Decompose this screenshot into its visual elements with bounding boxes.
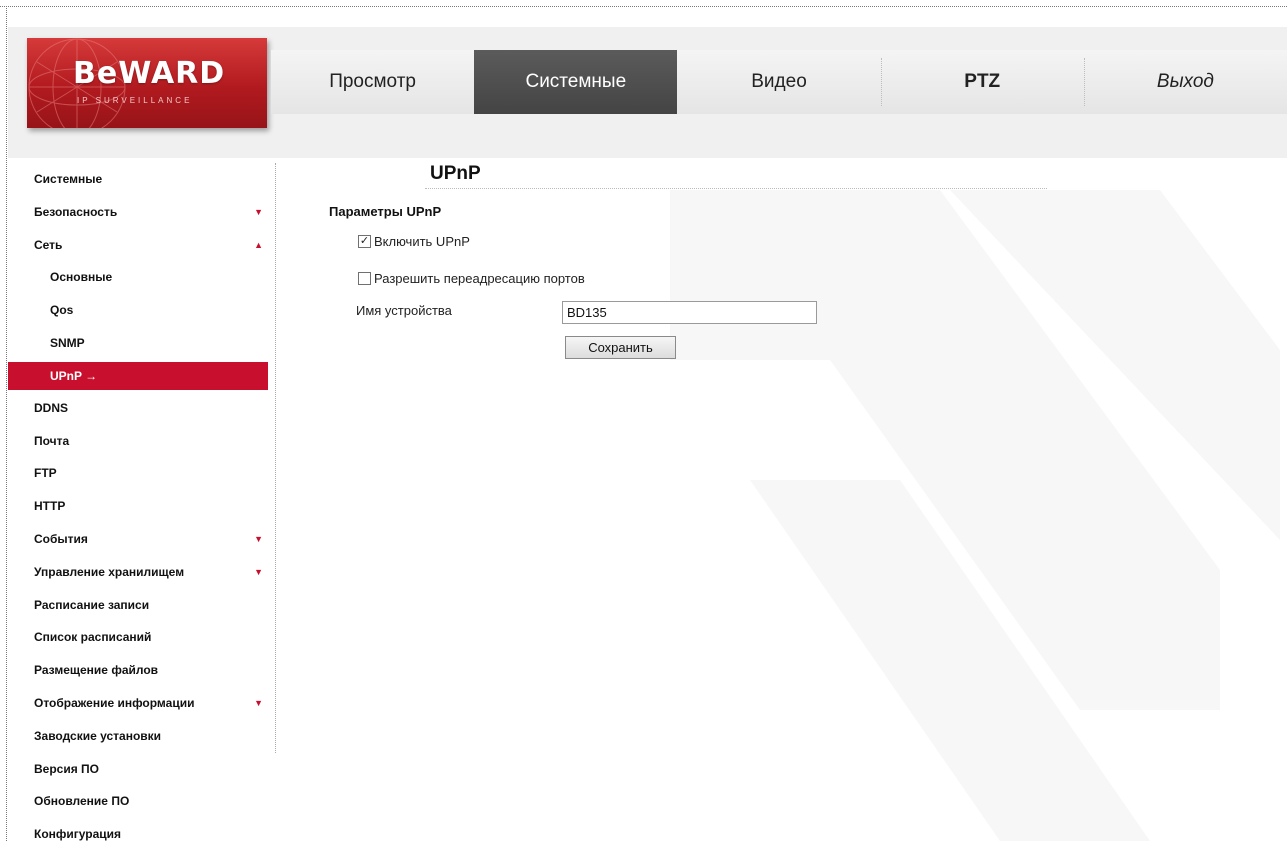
sidebar-item-http[interactable]: HTTP — [8, 490, 268, 523]
sidebar-item-label: Сеть — [34, 237, 63, 252]
sidebar-item-label: Заводские установки — [34, 728, 162, 743]
page-title: UPnP — [430, 163, 481, 184]
section-title: Параметры UPnP — [329, 204, 442, 219]
tab-logout[interactable]: Выход — [1083, 50, 1287, 114]
page-frame-top — [0, 6, 1287, 7]
sidebar-item-label: Расписание записи — [34, 597, 150, 612]
tab-ptz[interactable]: PTZ — [880, 50, 1084, 114]
logo-text: BeWARD — [73, 56, 226, 91]
enable-upnp-checkbox[interactable]: ✓ Включить UPnP — [358, 234, 470, 249]
beward-logo: BeWARD IP SURVEILLANCE — [27, 38, 267, 128]
sidebar-item-label: Конфигурация — [34, 827, 122, 841]
sidebar-item-factory-defaults[interactable]: Заводские установки — [8, 720, 268, 753]
sidebar-item-storage[interactable]: Управление хранилищем ▼ — [8, 556, 268, 589]
logo-subtext: IP SURVEILLANCE — [77, 96, 193, 105]
sidebar-item-label: Список расписаний — [34, 630, 152, 645]
port-forwarding-checkbox[interactable]: Разрешить переадресацию портов — [358, 271, 585, 286]
sidebar-item-label: SNMP — [50, 335, 85, 350]
sidebar-item-ftp[interactable]: FTP — [8, 457, 268, 490]
sidebar-item-qos[interactable]: Qos — [8, 294, 268, 327]
sidebar-item-label: DDNS — [34, 400, 69, 415]
checkbox-check-icon[interactable]: ✓ — [358, 235, 371, 248]
page-frame-left — [6, 6, 7, 841]
watermark-logo — [670, 190, 1280, 841]
sidebar-item-system[interactable]: Системные — [8, 163, 268, 196]
title-divider — [425, 188, 1047, 189]
sidebar-item-label: Версия ПО — [34, 761, 100, 776]
sidebar-item-label: Размещение файлов — [34, 663, 159, 678]
sidebar-item-record-schedule[interactable]: Расписание записи — [8, 589, 268, 622]
port-forwarding-label: Разрешить переадресацию портов — [374, 271, 585, 286]
sidebar-item-upnp[interactable]: UPnP → — [8, 361, 268, 390]
sidebar-item-network[interactable]: Сеть ▲ — [8, 229, 268, 262]
enable-upnp-label: Включить UPnP — [374, 234, 470, 249]
device-name-input[interactable] — [562, 301, 817, 324]
sidebar-item-label: Управление хранилищем — [34, 564, 185, 579]
sidebar-item-network-basic[interactable]: Основные — [8, 261, 268, 294]
sidebar-item-label: HTTP — [34, 499, 66, 514]
sidebar-item-label: Отображение информации — [34, 695, 195, 710]
sidebar-item-events[interactable]: События ▼ — [8, 523, 268, 556]
sidebar-item-label: Обновление ПО — [34, 794, 130, 809]
chevron-down-icon: ▼ — [254, 206, 263, 217]
checkbox-empty-icon[interactable] — [358, 272, 371, 285]
save-button[interactable]: Сохранить — [565, 336, 676, 359]
sidebar-item-label: Основные — [50, 270, 113, 285]
sidebar-item-snmp[interactable]: SNMP — [8, 327, 268, 360]
chevron-up-icon: ▲ — [254, 239, 263, 250]
sidebar-divider — [275, 163, 276, 753]
sidebar-item-label: UPnP → — [50, 368, 98, 383]
sidebar-item-label: FTP — [34, 466, 57, 481]
sidebar-item-ddns[interactable]: DDNS — [8, 392, 268, 425]
sidebar-item-label: Почта — [34, 433, 70, 448]
chevron-down-icon: ▼ — [254, 533, 263, 544]
chevron-down-icon: ▼ — [254, 697, 263, 708]
sidebar-item-label: Безопасность — [34, 204, 118, 219]
sidebar-item-label: События — [34, 531, 88, 546]
device-name-label: Имя устройства — [356, 303, 452, 318]
header: BeWARD IP SURVEILLANCE Просмотр Системны… — [8, 27, 1287, 158]
tab-view[interactable]: Просмотр — [271, 50, 475, 114]
sidebar-item-label: Qos — [50, 303, 74, 318]
top-nav: Просмотр Системные Видео PTZ Выход — [271, 50, 1287, 114]
sidebar-item-mail[interactable]: Почта — [8, 425, 268, 458]
sidebar-item-security[interactable]: Безопасность ▼ — [8, 196, 268, 229]
tab-video[interactable]: Видео — [677, 50, 881, 114]
sidebar-item-schedule-list[interactable]: Список расписаний — [8, 621, 268, 654]
sidebar-item-file-location[interactable]: Размещение файлов — [8, 654, 268, 687]
sidebar-item-osd[interactable]: Отображение информации ▼ — [8, 687, 268, 720]
sidebar-item-firmware-update[interactable]: Обновление ПО — [8, 785, 268, 818]
sidebar: Системные Безопасность ▼ Сеть ▲ Основные Q… — [8, 163, 268, 841]
tab-system[interactable]: Системные — [474, 50, 678, 114]
sidebar-item-label: Системные — [34, 172, 103, 186]
sidebar-item-configuration[interactable]: Конфигурация — [8, 818, 268, 841]
sidebar-item-firmware-version[interactable]: Версия ПО — [8, 753, 268, 786]
chevron-down-icon: ▼ — [254, 566, 263, 577]
